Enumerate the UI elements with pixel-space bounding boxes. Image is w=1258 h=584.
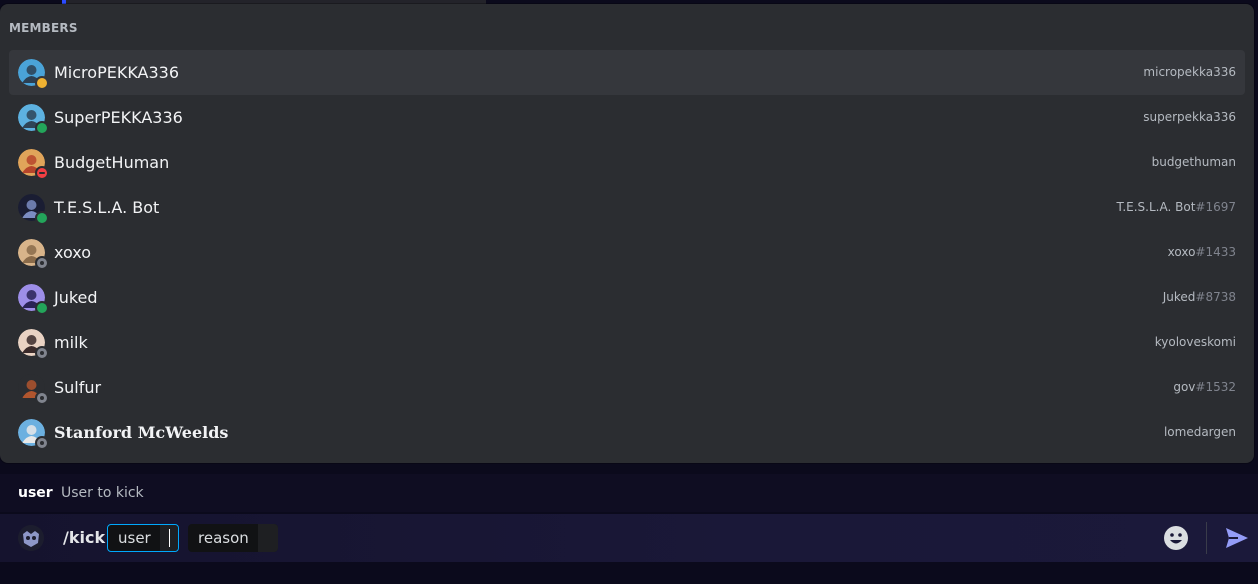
member-row[interactable]: MicroPEKKA336 micropekka336 — [9, 50, 1245, 95]
status-online-icon — [35, 301, 49, 315]
smiley-emoji-icon[interactable] — [1162, 524, 1190, 552]
member-username-base: xoxo — [1167, 245, 1196, 259]
member-row[interactable]: milk kyoloveskomi — [9, 320, 1245, 365]
option-user-label: user — [118, 529, 151, 547]
member-display-name: Stanford McWeelds — [54, 423, 229, 442]
member-username: xoxo#1433 — [1168, 230, 1236, 275]
option-hint-bar: user User to kick — [0, 474, 1258, 512]
status-online-icon — [35, 211, 49, 225]
member-discriminator: #8738 — [1195, 290, 1236, 304]
member-username: gov#1532 — [1173, 365, 1236, 410]
member-username-base: superpekka336 — [1143, 110, 1236, 124]
member-username: superpekka336 — [1143, 95, 1236, 140]
status-offline-icon — [35, 391, 49, 405]
member-row[interactable]: Sulfur gov#1532 — [9, 365, 1245, 410]
member-display-name: milk — [54, 333, 88, 352]
option-reason-label: reason — [198, 529, 249, 547]
member-username-base: gov — [1173, 380, 1196, 394]
hint-option-description: User to kick — [61, 485, 144, 501]
member-display-name: BudgetHuman — [54, 153, 170, 172]
status-dnd-icon — [35, 166, 49, 180]
member-username: T.E.S.L.A. Bot#1697 — [1116, 185, 1236, 230]
members-autocomplete-popup: MEMBERS MicroPEKKA336 micropekka336 SuperP… — [0, 4, 1254, 463]
member-row[interactable]: xoxo xoxo#1433 — [9, 230, 1245, 275]
member-row[interactable]: BudgetHuman budgethuman — [9, 140, 1245, 185]
member-row[interactable]: Stanford McWeelds lomedargen — [9, 410, 1245, 455]
member-discriminator: #1532 — [1195, 380, 1236, 394]
member-row[interactable]: SuperPEKKA336 superpekka336 — [9, 95, 1245, 140]
member-username-base: lomedargen — [1163, 425, 1236, 439]
option-user-field[interactable]: user — [107, 524, 179, 552]
member-list: MicroPEKKA336 micropekka336 SuperPEKKA336 s… — [9, 50, 1245, 455]
member-username: budgethuman — [1152, 140, 1236, 185]
member-username: Juked#8738 — [1163, 275, 1236, 320]
slash-command[interactable]: /kick — [63, 514, 105, 562]
member-discriminator: #1697 — [1195, 200, 1236, 214]
status-online-icon — [35, 121, 49, 135]
option-reason-field[interactable]: reason — [188, 524, 278, 552]
member-username: micropekka336 — [1143, 50, 1236, 95]
member-display-name: Juked — [54, 288, 98, 307]
text-caret — [169, 529, 170, 547]
hint-option-name: user — [18, 485, 53, 501]
member-row[interactable]: T.E.S.L.A. Bot T.E.S.L.A. Bot#1697 — [9, 185, 1245, 230]
message-composer: /kick user reason — [0, 514, 1258, 562]
bottom-strip — [0, 562, 1258, 584]
member-username-base: kyoloveskomi — [1154, 335, 1236, 349]
member-display-name: Sulfur — [54, 378, 102, 397]
member-display-name: T.E.S.L.A. Bot — [54, 198, 160, 217]
send-arrow-icon[interactable] — [1224, 526, 1250, 550]
member-display-name: xoxo — [54, 243, 92, 262]
popup-header: MEMBERS — [9, 21, 78, 35]
member-username-base: micropekka336 — [1143, 65, 1236, 79]
member-discriminator: #1433 — [1195, 245, 1236, 259]
composer-divider — [1206, 522, 1207, 554]
status-offline-icon — [35, 256, 49, 270]
member-username-base: budgethuman — [1151, 155, 1236, 169]
status-idle-icon — [35, 76, 49, 90]
option-reason-value — [258, 524, 278, 552]
status-offline-icon — [35, 346, 49, 360]
member-display-name: SuperPEKKA336 — [54, 108, 183, 127]
member-username: kyoloveskomi — [1155, 320, 1236, 365]
member-display-name: MicroPEKKA336 — [54, 63, 180, 82]
bot-avatar-icon — [18, 525, 44, 551]
status-offline-icon — [35, 436, 49, 450]
member-username: lomedargen — [1164, 410, 1236, 455]
member-username-base: Juked — [1162, 290, 1196, 304]
member-username-base: T.E.S.L.A. Bot — [1116, 200, 1196, 214]
member-row[interactable]: Juked Juked#8738 — [9, 275, 1245, 320]
